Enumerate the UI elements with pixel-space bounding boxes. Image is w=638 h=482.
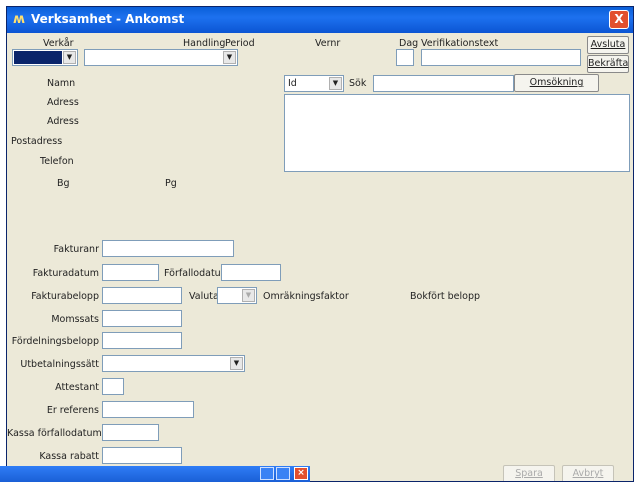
- kassa-rabatt-label: Kassa rabatt: [39, 451, 99, 462]
- er-referens-input[interactable]: [102, 401, 194, 418]
- utbetalningssatt-label: Utbetalningssätt: [20, 359, 99, 370]
- utbetalningssatt-select[interactable]: ▼: [102, 355, 245, 372]
- fordelningsbelopp-input[interactable]: [102, 332, 182, 349]
- close-button[interactable]: X: [609, 10, 629, 29]
- search-field-value: Id: [288, 78, 297, 89]
- adress-label-2: Adress: [47, 116, 79, 127]
- fakturadatum-label: Fakturadatum: [32, 268, 99, 279]
- app-icon: ʍ: [13, 12, 26, 27]
- minimized-window-bar[interactable]: ×: [0, 466, 310, 482]
- adress-label-1: Adress: [47, 97, 79, 108]
- spara-button[interactable]: Spara: [503, 465, 555, 481]
- bekrafta-button-label: Bekräfta: [588, 58, 629, 69]
- avsluta-button[interactable]: Avsluta: [587, 36, 629, 54]
- attestant-label: Attestant: [55, 382, 99, 393]
- search-field-select[interactable]: Id ▼: [284, 75, 344, 92]
- kassa-forfallodatum-input[interactable]: [102, 424, 159, 441]
- handling-label: Handling: [183, 38, 226, 49]
- forfallodatum-input[interactable]: [221, 264, 281, 281]
- form-area: Verkår Handling Period Vernr Dag Verifik…: [7, 33, 633, 481]
- er-referens-label: Er referens: [46, 405, 99, 416]
- pg-label: Pg: [165, 178, 177, 189]
- chevron-down-icon[interactable]: ▼: [329, 77, 342, 90]
- dag-input[interactable]: [396, 49, 414, 66]
- fordelningsbelopp-label: Fördelningsbelopp: [11, 336, 99, 347]
- fakturabelopp-input[interactable]: [102, 287, 182, 304]
- telefon-label: Telefon: [40, 156, 74, 167]
- fakturadatum-input[interactable]: [102, 264, 159, 281]
- chevron-down-icon[interactable]: ▼: [242, 289, 255, 302]
- search-results-list[interactable]: [284, 94, 630, 172]
- fakturabelopp-label: Fakturabelopp: [31, 291, 99, 302]
- sok-label: Sök: [349, 78, 367, 89]
- postadress-label: Postadress: [11, 136, 63, 147]
- omsokning-button-label: Omsökning: [529, 77, 584, 88]
- title-bar[interactable]: ʍ Verksamhet - Ankomst X: [7, 7, 633, 33]
- verifikationstext-label: Verifikationstext: [421, 38, 499, 49]
- avbryt-button[interactable]: Avbryt: [562, 465, 614, 481]
- fakturanr-label: Fakturanr: [53, 244, 99, 255]
- verkar-selection-highlight: [14, 51, 62, 64]
- period-label: Period: [225, 38, 255, 49]
- bg-label: Bg: [57, 178, 70, 189]
- valuta-label: Valuta: [189, 291, 219, 302]
- handling-select[interactable]: ▼: [84, 49, 238, 66]
- chevron-down-icon[interactable]: ▼: [230, 357, 243, 370]
- chevron-down-icon[interactable]: ▼: [223, 51, 236, 64]
- verifikationstext-input[interactable]: [421, 49, 581, 66]
- spara-button-label: Spara: [515, 468, 543, 479]
- avsluta-button-label: Avsluta: [590, 39, 626, 50]
- omrakningsfaktor-label: Omräkningsfaktor: [263, 291, 349, 302]
- momssats-input[interactable]: [102, 310, 182, 327]
- search-input[interactable]: [373, 75, 514, 92]
- avbryt-button-label: Avbryt: [572, 468, 604, 479]
- application-window: ʍ Verksamhet - Ankomst X Verkår Handling…: [6, 6, 634, 482]
- kassa-forfallodatum-label: Kassa förfallodatum: [7, 428, 102, 439]
- window-title: Verksamhet - Ankomst: [31, 12, 185, 26]
- bekrafta-button[interactable]: Bekräfta: [587, 55, 629, 73]
- kassa-rabatt-input[interactable]: [102, 447, 182, 464]
- attestant-input[interactable]: [102, 378, 124, 395]
- bokfort-belopp-label: Bokfört belopp: [410, 291, 481, 302]
- verkar-label: Verkår: [43, 38, 74, 49]
- valuta-select[interactable]: ▼: [217, 287, 257, 304]
- maximize-icon[interactable]: [276, 467, 290, 480]
- minimize-icon[interactable]: [260, 467, 274, 480]
- verkar-select[interactable]: ▼: [12, 49, 78, 66]
- momssats-label: Momssats: [51, 314, 99, 325]
- dag-label: Dag: [399, 38, 419, 49]
- namn-label: Namn: [47, 78, 76, 89]
- vernr-label: Vernr: [315, 38, 341, 49]
- close-icon[interactable]: ×: [294, 467, 308, 480]
- omsokning-button[interactable]: Omsökning: [514, 74, 599, 92]
- chevron-down-icon[interactable]: ▼: [63, 51, 76, 64]
- fakturanr-input[interactable]: [102, 240, 234, 257]
